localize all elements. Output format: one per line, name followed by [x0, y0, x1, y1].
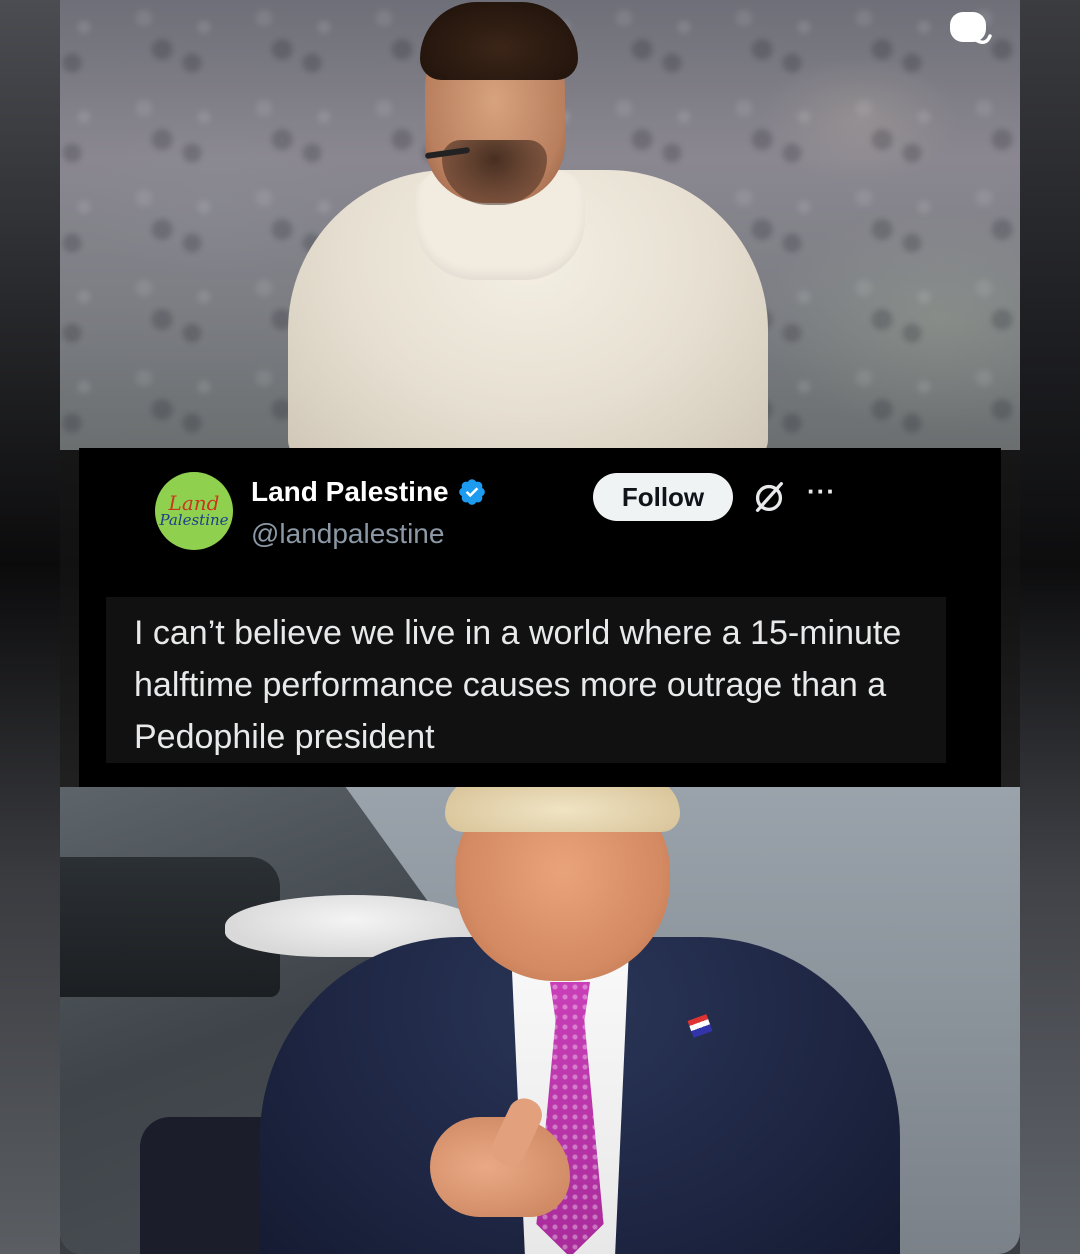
avatar-logo-text-1: Land — [168, 491, 220, 515]
tweet-card[interactable]: Land Palestine Land Palestine @landpales… — [79, 448, 1001, 787]
blurred-background-left — [0, 0, 60, 1254]
author-display-name[interactable]: Land Palestine — [251, 476, 449, 508]
story-image: Land Palestine Land Palestine @landpales… — [60, 0, 1020, 1254]
author-name-row[interactable]: Land Palestine — [251, 476, 487, 508]
blurred-background-right — [1020, 0, 1080, 1254]
performer-hair — [420, 2, 578, 80]
tweet-body-text: I can’t believe we live in a world where… — [106, 597, 946, 763]
photo-performer — [60, 0, 1020, 460]
verified-badge-icon — [458, 479, 485, 505]
photo-president — [60, 777, 1020, 1254]
author-handle[interactable]: @landpalestine — [251, 518, 444, 550]
follow-button[interactable]: Follow — [593, 473, 733, 521]
more-options-icon[interactable]: ··· — [807, 476, 836, 507]
chat-bubble-icon[interactable] — [946, 6, 994, 54]
story-screen: Land Palestine Land Palestine @landpales… — [0, 0, 1080, 1254]
author-avatar[interactable]: Land Palestine — [155, 472, 233, 550]
avatar-logo-text-2: Palestine — [159, 511, 229, 529]
grok-icon[interactable] — [750, 478, 788, 516]
